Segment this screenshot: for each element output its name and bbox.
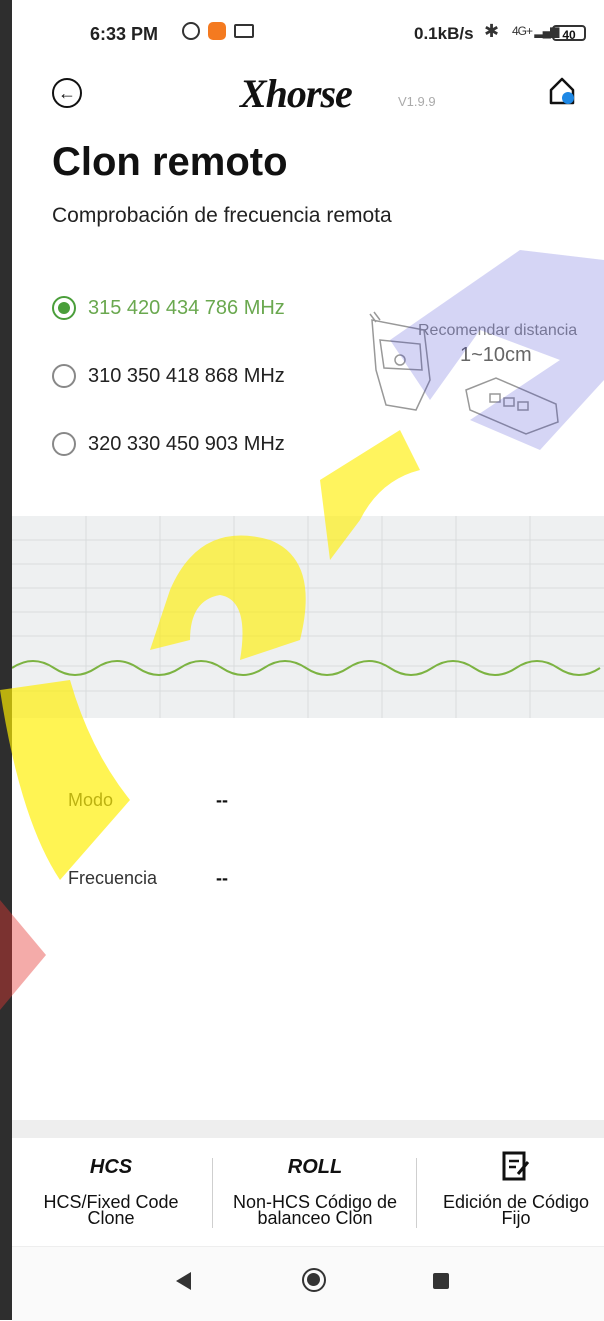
nav-back-icon[interactable] [176,1272,191,1290]
battery-icon: 40 [552,25,586,42]
status-time: 6:33 PM [90,24,159,44]
roll-icon: ROLL [220,1150,410,1184]
mode-label: Modo [68,790,114,810]
status-notification-icons [182,22,254,40]
mode-value: -- [216,790,228,810]
status-bar: 6:33 PM 0.1kB/s ✱ 4G+ ▂▄▆ 40 [12,0,604,62]
signal-waveform-chart [12,516,604,718]
bluetooth-icon: ✱ [484,21,500,41]
frequency-option-315[interactable]: 315 420 434 786 MHz [52,296,285,320]
tab-label-line2: Fijo [501,1208,531,1228]
back-button[interactable]: ← [52,78,82,108]
recommend-distance-value: 1~10cm [460,344,532,366]
status-speed: 0.1kB/s [414,24,474,43]
radio-unselected-icon[interactable] [52,364,76,388]
nav-recents-icon[interactable] [433,1273,449,1289]
tab-label-line2: balanceo Clon [257,1208,373,1228]
home-bluetooth-button[interactable] [548,76,576,106]
app-notification-icon [208,22,226,40]
tab-separator [212,1158,213,1228]
chart-grid [12,516,604,718]
frequency-label: Frecuencia [68,868,158,888]
frequency-option-310[interactable]: 310 350 418 868 MHz [52,364,285,388]
tab-non-hcs-rolling-clone[interactable]: ROLL Non-HCS Código de balanceo Clon [220,1150,410,1228]
left-device-edge [0,0,12,1320]
roll-icon-text: ROLL [287,1156,343,1178]
nav-home-icon[interactable] [302,1268,326,1292]
edit-document-icon [502,1151,530,1181]
app-version: V1.9.9 [398,94,436,109]
radio-unselected-icon[interactable] [52,432,76,456]
xhorse-logo: Xhorse [240,71,353,116]
back-arrow-icon: ← [58,82,76,103]
tab-hcs-fixed-code-clone[interactable]: HCS HCS/Fixed Code Clone [30,1150,192,1228]
hcs-icon-text: HCS [89,1156,133,1178]
signal-wave-line [12,660,601,676]
tabbar-divider [12,1120,604,1138]
tab-separator [416,1158,417,1228]
frequency-option-label: 315 420 434 786 MHz [88,296,285,319]
recommend-distance-label: Recomendar distancia [418,322,578,339]
hcs-icon: HCS [30,1150,192,1184]
car-key-remote-icon [465,377,559,435]
tab-fixed-code-edit[interactable]: Edición de Código Fijo [428,1150,604,1228]
frequency-option-label: 310 350 418 868 MHz [88,364,285,387]
frequency-option-320[interactable]: 320 330 450 903 MHz [52,432,285,456]
page-subtitle: Comprobación de frecuencia remota [52,204,392,227]
bluetooth-badge-icon [562,92,574,104]
signal-type: 4G+ [512,24,533,38]
frequency-value: -- [216,868,228,888]
laptop-icon [234,24,254,38]
radio-selected-icon[interactable] [52,296,76,320]
edit-icon [428,1150,604,1184]
frequency-option-label: 320 330 450 903 MHz [88,432,285,455]
tab-label-line2: Clone [87,1208,135,1228]
page-title: Clon remoto [52,140,288,184]
whatsapp-icon [182,22,200,40]
